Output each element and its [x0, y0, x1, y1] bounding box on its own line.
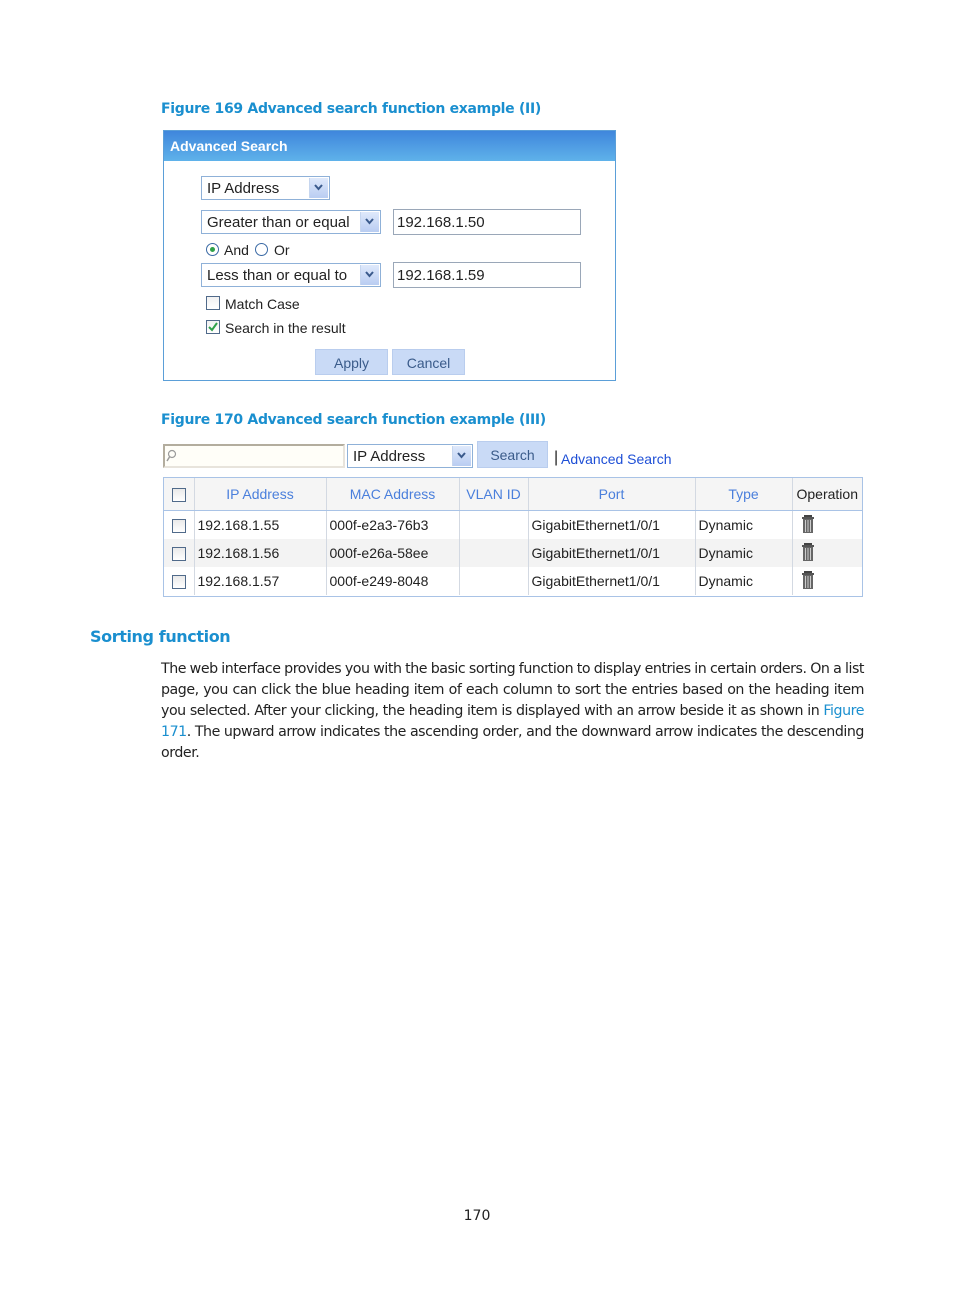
- field-select-value: IP Address: [207, 180, 280, 197]
- delete-icon[interactable]: [801, 542, 815, 561]
- and-label: And: [224, 242, 249, 258]
- port-cell: GigabitEthernet1/0/1: [528, 539, 696, 567]
- column-header-type[interactable]: Type: [695, 478, 793, 511]
- condition1-value: 192.168.1.50: [397, 214, 485, 231]
- select-all-cell: [164, 478, 195, 511]
- chevron-down-icon[interactable]: [360, 212, 379, 232]
- table-row: 192.168.1.57 000f-e249-8048 GigabitEther…: [164, 567, 862, 595]
- figure-170-caption: Figure 170 Advanced search function exam…: [161, 412, 546, 428]
- match-case-label: Match Case: [225, 296, 300, 312]
- search-field-select[interactable]: IP Address: [347, 444, 473, 468]
- column-header-vlan-id[interactable]: VLAN ID: [459, 478, 529, 511]
- table-row: 192.168.1.55 000f-e2a3-76b3 GigabitEther…: [164, 510, 862, 540]
- results-table: IP Address MAC Address VLAN ID Port Type…: [163, 477, 863, 597]
- ip-cell: 192.168.1.57: [194, 567, 327, 595]
- search-button[interactable]: Search: [477, 441, 548, 468]
- chevron-down-icon[interactable]: [360, 265, 379, 285]
- chevron-down-icon[interactable]: [452, 446, 471, 466]
- section-heading: Sorting function: [90, 627, 231, 646]
- type-cell: Dynamic: [695, 539, 793, 567]
- match-case-checkbox[interactable]: [206, 296, 220, 310]
- column-header-port[interactable]: Port: [528, 478, 696, 511]
- mac-cell: 000f-e249-8048: [326, 567, 460, 595]
- chevron-down-icon[interactable]: [309, 178, 328, 198]
- search-icon: [166, 449, 177, 462]
- select-all-checkbox[interactable]: [171, 488, 186, 503]
- field-select[interactable]: IP Address: [201, 176, 330, 200]
- table-row: 192.168.1.56 000f-e26a-58ee GigabitEther…: [164, 539, 862, 567]
- delete-icon[interactable]: [801, 570, 815, 589]
- and-radio[interactable]: [206, 243, 219, 256]
- type-cell: Dynamic: [695, 510, 793, 539]
- condition2-value-input[interactable]: 192.168.1.59: [393, 262, 581, 288]
- port-cell: GigabitEthernet1/0/1: [528, 567, 696, 595]
- advanced-search-panel: Advanced Search IP Address Greater than …: [163, 130, 616, 381]
- cancel-button[interactable]: Cancel: [392, 349, 465, 375]
- mac-cell: 000f-e2a3-76b3: [326, 510, 460, 539]
- vlan-cell: [459, 510, 529, 539]
- separator: |: [554, 449, 559, 466]
- paragraph-text: The web interface provides you with the …: [161, 661, 864, 719]
- search-in-result-label: Search in the result: [225, 320, 346, 336]
- condition2-operator-select[interactable]: Less than or equal to: [201, 263, 381, 287]
- row-select-cell: [164, 510, 195, 539]
- table-header-row: IP Address MAC Address VLAN ID Port Type…: [164, 478, 862, 511]
- delete-icon[interactable]: [801, 514, 815, 533]
- column-header-mac-address[interactable]: MAC Address: [326, 478, 460, 511]
- port-cell: GigabitEthernet1/0/1: [528, 510, 696, 539]
- vlan-cell: [459, 539, 529, 567]
- condition2-operator-value: Less than or equal to: [207, 267, 348, 284]
- search-in-result-checkbox[interactable]: [206, 320, 220, 334]
- column-header-operation: Operation: [792, 478, 862, 511]
- row-select-cell: [164, 539, 195, 567]
- condition1-value-input[interactable]: 192.168.1.50: [393, 209, 581, 235]
- apply-button[interactable]: Apply: [315, 349, 388, 375]
- operation-cell: [792, 511, 862, 540]
- condition2-value: 192.168.1.59: [397, 267, 485, 284]
- row-checkbox[interactable]: [171, 547, 186, 562]
- page-number: 170: [463, 1208, 491, 1224]
- row-select-cell: [164, 567, 195, 595]
- column-header-ip-address[interactable]: IP Address: [194, 478, 327, 511]
- row-checkbox[interactable]: [171, 575, 186, 590]
- figure-169-caption: Figure 169 Advanced search function exam…: [161, 101, 541, 117]
- panel-title: Advanced Search: [164, 131, 615, 161]
- ip-cell: 192.168.1.55: [194, 510, 327, 539]
- search-input[interactable]: [163, 444, 345, 468]
- type-cell: Dynamic: [695, 567, 793, 595]
- vlan-cell: [459, 567, 529, 595]
- or-radio[interactable]: [255, 243, 268, 256]
- body-paragraph: The web interface provides you with the …: [161, 659, 864, 764]
- condition1-operator-select[interactable]: Greater than or equal: [201, 210, 381, 234]
- ip-cell: 192.168.1.56: [194, 539, 327, 567]
- or-label: Or: [274, 242, 290, 258]
- operation-cell: [792, 567, 862, 595]
- mac-cell: 000f-e26a-58ee: [326, 539, 460, 567]
- advanced-search-link[interactable]: Advanced Search: [561, 451, 672, 467]
- operation-cell: [792, 539, 862, 567]
- checkmark-icon: [208, 322, 218, 332]
- search-field-value: IP Address: [353, 448, 426, 465]
- paragraph-text: . The upward arrow indicates the ascendi…: [161, 724, 864, 761]
- condition1-operator-value: Greater than or equal: [207, 214, 350, 231]
- row-checkbox[interactable]: [171, 519, 186, 534]
